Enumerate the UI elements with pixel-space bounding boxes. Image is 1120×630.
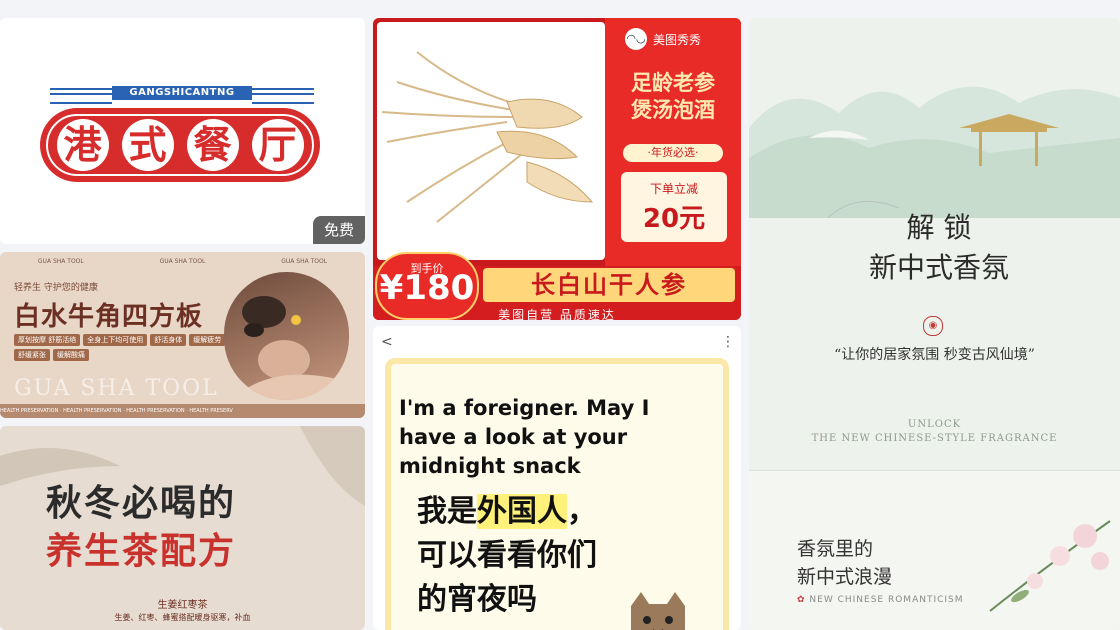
- coupon-value: 20元: [642, 204, 706, 234]
- ginseng-title: 足龄老参 煲汤泡酒: [605, 70, 741, 124]
- top-label: GUA SHA TOOL: [37, 258, 84, 265]
- title-line: 解 锁: [906, 211, 972, 244]
- gua-sha-title: 白水牛角四方板: [14, 302, 204, 332]
- coupon: 下单立减 20元: [621, 172, 727, 242]
- product-name: 长白山干人参: [483, 268, 735, 302]
- ginseng-photo: [377, 22, 605, 260]
- back-arrow-icon[interactable]: <: [381, 334, 393, 350]
- logo-char: 式: [121, 119, 174, 171]
- cn-line: 的宵夜吗: [417, 582, 537, 617]
- title-line: 煲汤泡酒: [631, 98, 715, 122]
- ginseng-promo-panel: ◠◡ 美图秀秀 足龄老参 煲汤泡酒 ·年货必选· 下单立减 20元: [605, 18, 741, 266]
- feature-pill: 舒缓紧张: [14, 349, 50, 361]
- logo-badge: 港 式 餐 厅: [40, 108, 320, 182]
- tea-recipe-name: 生姜红枣茶: [157, 600, 208, 611]
- cn-highlight: 外国人: [477, 494, 567, 529]
- gua-sha-english: GUA SHA TOOL: [14, 376, 219, 401]
- gua-sha-top-labels: GUA SHA TOOL GUA SHA TOOL GUA SHA TOOL: [0, 258, 365, 265]
- fragrance-lower-panel: 香氛里的 新中式浪漫 NEW CHINESE ROMANTICISM: [749, 471, 1120, 630]
- template-card-foreigner[interactable]: < ⋮ I'm a foreigner. May I have a look a…: [373, 326, 741, 630]
- logo-char: 厅: [251, 119, 304, 171]
- template-card-hk-restaurant[interactable]: GANGSHICANTNG 港 式 餐 厅 免费: [0, 18, 365, 244]
- cn-line: 可以看看你们: [417, 538, 597, 573]
- cn-line: 我是外国人，: [417, 490, 597, 534]
- massage-photo: [224, 272, 349, 400]
- free-badge: 免费: [313, 216, 365, 244]
- restaurant-logo: GANGSHICANTNG 港 式 餐 厅: [40, 86, 320, 196]
- meitu-brand: ◠◡ 美图秀秀: [625, 28, 701, 50]
- coupon-label: 下单立减: [649, 182, 698, 196]
- ginseng-tag: ·年货必选·: [623, 144, 723, 162]
- gua-sha-subtitle: 轻养生 守护您的健康: [14, 283, 98, 293]
- feature-pill: 舒活身体: [150, 334, 187, 346]
- template-card-gua-sha[interactable]: GUA SHA TOOL GUA SHA TOOL GUA SHA TOOL 轻…: [0, 252, 365, 418]
- top-label: GUA SHA TOOL: [281, 258, 328, 265]
- landscape-illustration: [749, 86, 1120, 218]
- cat-icon: [631, 592, 685, 630]
- ginseng-slogan: 美图自营 品质速达: [498, 308, 616, 320]
- gua-sha-feature-pills: 厚划按摩 舒筋活络 全身上下均可使用 舒活身体 缓解疲劳 舒缓紧张 缓解酸痛: [14, 334, 234, 361]
- price-value: ¥180: [379, 268, 475, 308]
- title-line: 新中式浪漫: [797, 566, 893, 588]
- foreigner-chinese-text: 我是外国人， 可以看看你们 的宵夜吗: [417, 490, 597, 622]
- template-card-fragrance[interactable]: 解 锁 新中式香氛 ◉ “让你的居家氛围 秒变古风仙境” UNLOCK THE …: [749, 18, 1120, 630]
- fragrance-title: 解 锁 新中式香氛: [849, 208, 1029, 288]
- fragrance-quote: “让你的居家氛围 秒变古风仙境”: [834, 347, 1035, 363]
- title-line: 新中式香氛: [868, 251, 1009, 284]
- meitu-logo-icon: ◠◡: [625, 28, 647, 50]
- tea-title-line2: 养生茶配方: [46, 531, 237, 572]
- feature-pill: 厚划按摩 舒筋活络: [14, 334, 81, 346]
- ginseng-bottom-bar: 到手价 ¥180 长白山干人参 美图自营 品质速达: [373, 252, 741, 320]
- logo-subtitle: GANGSHICANTNG: [112, 86, 252, 100]
- cn-text: ，: [567, 494, 597, 529]
- foreigner-english-text: I'm a foreigner. May I have a look at yo…: [399, 396, 650, 478]
- title-line: 香氛里的: [797, 538, 874, 560]
- english-line: UNLOCK: [907, 419, 962, 430]
- logo-lines-right: [252, 88, 314, 104]
- tea-title-line1: 秋冬必喝的: [46, 483, 237, 524]
- english-line: THE NEW CHINESE-STYLE FRAGRANCE: [811, 433, 1058, 444]
- brand-name: 美图秀秀: [653, 32, 702, 47]
- title-line: 足龄老参: [631, 71, 715, 95]
- logo-char: 餐: [186, 119, 239, 171]
- logo-lines-left: [50, 88, 112, 104]
- gua-sha-bottom-band: HEALTH PRESERVATION · HEALTH PRESERVATIO…: [0, 404, 365, 418]
- template-card-tea[interactable]: 秋冬必喝的 养生茶配方 生姜红枣茶 生姜、红枣、蜂蜜搭配暖身驱寒，补血: [0, 426, 365, 630]
- feature-pill: 缓解疲劳: [189, 334, 226, 346]
- cn-text: 我是: [417, 494, 477, 529]
- more-options-icon[interactable]: ⋮: [721, 334, 735, 350]
- template-card-ginseng[interactable]: ◠◡ 美图秀秀 足龄老参 煲汤泡酒 ·年货必选· 下单立减 20元 到手价 ¥1…: [373, 18, 741, 320]
- feature-pill: 缓解酸痛: [53, 349, 89, 361]
- seal-icon: ◉: [923, 316, 943, 336]
- fragrance-english: UNLOCK THE NEW CHINESE-STYLE FRAGRANCE: [749, 418, 1120, 446]
- logo-char: 港: [56, 119, 109, 171]
- top-label: GUA SHA TOOL: [159, 258, 206, 265]
- romance-title: 香氛里的 新中式浪漫: [797, 535, 892, 591]
- tea-recipe-desc: 生姜、红枣、蜂蜜搭配暖身驱寒，补血: [114, 613, 251, 622]
- feature-pill: 全身上下均可使用: [83, 334, 148, 346]
- romance-english: NEW CHINESE ROMANTICISM: [797, 595, 964, 605]
- blossom-illustration: [989, 520, 1111, 612]
